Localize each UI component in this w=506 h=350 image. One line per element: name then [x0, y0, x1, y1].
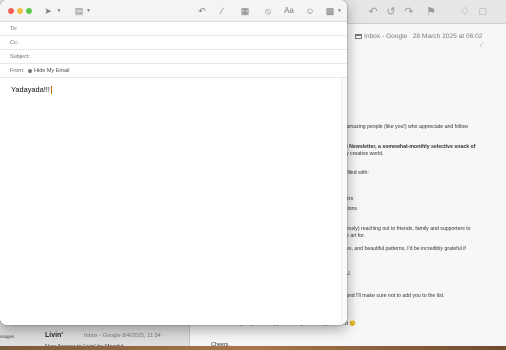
from-value-text: Hide My Email	[34, 68, 70, 74]
to-label: To:	[10, 26, 18, 32]
body-line: essly) reaching out to friends, family a…	[346, 226, 471, 232]
message-date: 28 March 2025 at 06:02	[412, 33, 483, 40]
cc-label: Cc:	[10, 40, 19, 46]
subject-field[interactable]: Subject:	[0, 50, 347, 64]
attachment-icon[interactable]: ∕	[216, 4, 228, 18]
reply-all-icon[interactable]: ↺	[384, 5, 398, 19]
compose-toolbar: ➤ ▼ ▤ ▼ ↶ ∕ ▦ ⦸ Aa ☺ ▩ ▼	[0, 0, 347, 22]
minimize-button[interactable]	[17, 8, 23, 14]
body-line: t Newsletter, a somewhat-monthly selecti…	[346, 144, 476, 150]
body-line: amazing people (like you!) who appreciat…	[346, 124, 468, 130]
send-options-chevron-icon[interactable]: ▼	[55, 4, 63, 18]
compose-window: ➤ ▼ ▤ ▼ ↶ ∕ ▦ ⦸ Aa ☺ ▩ ▼ To: Cc: Subject…	[0, 0, 347, 325]
body-line: e art for.	[346, 233, 366, 239]
search-icon[interactable]: □	[476, 5, 490, 19]
body-text[interactable]: Yadayada!!!	[11, 85, 52, 95]
body-line: es, and beautiful patterns, I'd be incre…	[346, 246, 466, 252]
bell-icon[interactable]: ♢	[458, 5, 472, 19]
body-line: ers	[346, 196, 354, 202]
to-field[interactable]: To:	[0, 22, 347, 36]
attachment-icon[interactable]: ∕	[481, 42, 482, 49]
flag-icon[interactable]: ⚑	[424, 5, 438, 19]
cc-field[interactable]: Cc:	[0, 36, 347, 50]
body-line: filled with:	[346, 170, 369, 176]
back-icon[interactable]: ↶	[366, 5, 380, 19]
compose-body[interactable]: Yadayada!!!	[0, 78, 347, 325]
photo-browser-icon[interactable]: ▩	[324, 4, 336, 18]
close-button[interactable]	[8, 8, 14, 14]
message-header: Inbox - Google 28 March 2025 at 06:02	[355, 33, 482, 40]
from-label: From:	[10, 68, 25, 74]
body-line: and I'll make sure not to add you to the…	[346, 293, 445, 299]
format-button[interactable]: Aa	[282, 4, 296, 18]
from-value[interactable]: Hide My Email	[28, 68, 69, 74]
zoom-button[interactable]	[26, 8, 32, 14]
message-mailbox: Inbox - Google	[364, 33, 408, 40]
emoji-icon[interactable]: ☺	[304, 4, 316, 18]
list-item-title: Livin'	[45, 332, 63, 339]
body-line: tions	[346, 206, 357, 212]
send-icon[interactable]: ➤	[42, 4, 54, 18]
from-field[interactable]: From: Hide My Email	[0, 64, 347, 78]
subject-label: Subject:	[10, 54, 30, 60]
forward-icon[interactable]: ↷	[402, 5, 416, 19]
desktop-dock-strip	[0, 346, 506, 350]
body-line: y creative world.	[346, 151, 384, 157]
text-cursor	[50, 86, 52, 95]
markup-icon[interactable]: ⦸	[262, 4, 274, 18]
body-text-content: Yadayada!!!	[11, 85, 50, 94]
sidebar-label: ssages	[0, 334, 15, 339]
header-chevron-icon[interactable]: ▼	[85, 4, 92, 18]
photo-icon[interactable]: ▦	[239, 4, 251, 18]
header-fields-icon[interactable]: ▤	[72, 4, 86, 18]
reply-icon[interactable]: ↶	[196, 4, 208, 18]
mailbox-icon	[355, 33, 362, 39]
compose-scrollbar[interactable]	[341, 78, 347, 325]
list-item-meta: Inbox - Google 8/4/2025, 11:34	[84, 333, 161, 339]
hide-my-email-icon	[28, 68, 32, 73]
photo-browser-chevron-icon[interactable]: ▼	[336, 4, 343, 18]
